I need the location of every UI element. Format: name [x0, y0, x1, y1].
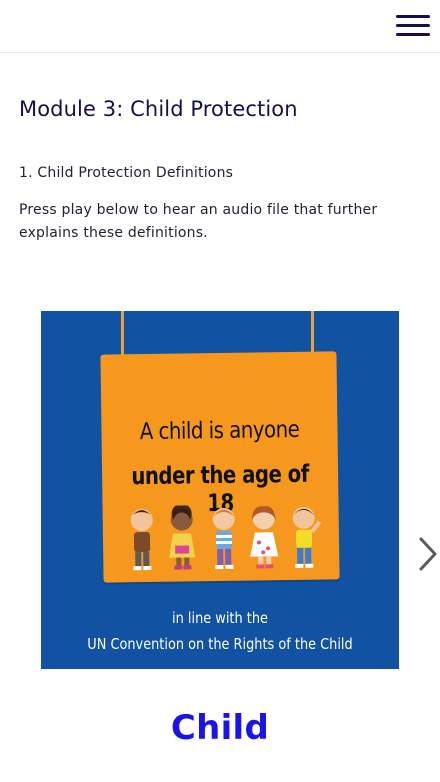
child-figure	[130, 509, 153, 571]
carousel-slide-image: A child is anyone under the age of 18 in…	[41, 311, 399, 669]
slide-caption-line1: in line with the	[172, 609, 268, 627]
children-illustration	[130, 503, 322, 571]
child-figure	[212, 507, 235, 570]
chevron-right-icon[interactable]	[415, 535, 440, 573]
hamburger-menu-icon[interactable]	[396, 15, 430, 37]
hanging-sign: A child is anyone under the age of 18	[100, 351, 340, 583]
page: Module 3: Child Protection 1. Child Prot…	[0, 0, 440, 782]
page-title: Module 3: Child Protection	[19, 97, 298, 121]
section-description: Press play below to hear an audio file t…	[19, 202, 378, 241]
child-figure	[250, 506, 279, 569]
child-figure	[169, 503, 196, 570]
slide-title: Child	[170, 708, 270, 748]
sign-text-line1: A child is anyone	[139, 416, 300, 446]
child-figure	[292, 506, 322, 568]
slide-caption-line2: UN Convention on the Rights of the Child	[87, 635, 353, 653]
section-heading: 1. Child Protection Definitions	[19, 165, 234, 181]
top-bar	[0, 0, 440, 53]
